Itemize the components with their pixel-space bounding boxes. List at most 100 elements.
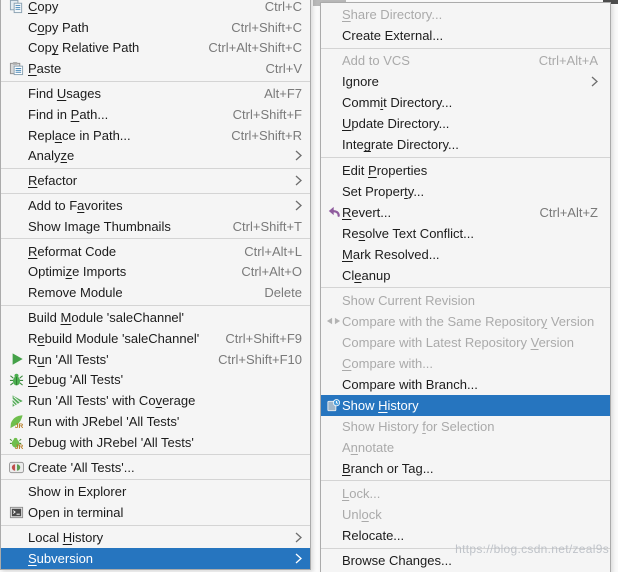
menu-item-label: Show History — [342, 398, 598, 413]
menu-item-build-module-salechannel[interactable]: Build Module 'saleChannel' — [1, 307, 310, 328]
menu-item-rebuild-module-salechannel[interactable]: Rebuild Module 'saleChannel'Ctrl+Shift+F… — [1, 328, 310, 349]
menu-item-label: Copy Path — [28, 20, 213, 35]
menu-item-label: Cleanup — [342, 268, 598, 283]
menu-separator — [1, 479, 310, 480]
icon-placeholder — [5, 550, 28, 566]
icon-placeholder — [324, 246, 342, 262]
icon-placeholder — [324, 507, 342, 523]
icon-placeholder — [324, 355, 342, 371]
menu-item-cleanup[interactable]: Cleanup — [321, 265, 610, 286]
menu-item-label: Integrate Directory... — [342, 137, 598, 152]
menu-item-label: Update Directory... — [342, 116, 598, 131]
menu-item-label: Create 'All Tests'... — [28, 460, 302, 475]
menu-item-label: Replace in Path... — [28, 128, 213, 143]
menu-separator — [321, 287, 610, 288]
menu-item-commit-directory[interactable]: Commit Directory... — [321, 92, 610, 113]
menu-item-copy-relative-path[interactable]: Copy Relative PathCtrl+Alt+Shift+C — [1, 38, 310, 59]
menu-item-label: Compare with the Same Repository Version — [342, 314, 598, 329]
menu-item-revert[interactable]: Revert...Ctrl+Alt+Z — [321, 202, 610, 223]
menu-item-remove-module[interactable]: Remove ModuleDelete — [1, 282, 310, 303]
revert-icon — [324, 204, 342, 220]
icon-placeholder — [5, 198, 28, 214]
icon-placeholder — [5, 530, 28, 546]
menu-item-open-in-terminal[interactable]: Open in terminal — [1, 502, 310, 523]
jrebel-debug-icon: JR — [5, 434, 28, 450]
menu-item-integrate-directory[interactable]: Integrate Directory... — [321, 134, 610, 155]
menu-item-edit-properties[interactable]: Edit Properties — [321, 160, 610, 181]
menu-item-paste[interactable]: Paste Ctrl+V — [1, 58, 310, 79]
icon-placeholder — [324, 7, 342, 23]
menu-separator — [1, 305, 310, 306]
menu-separator — [1, 454, 310, 455]
menu-item-label: Show History for Selection — [342, 419, 598, 434]
menu-item-label: Lock... — [342, 486, 598, 501]
icon-placeholder — [5, 40, 28, 56]
menu-item-shortcut: Alt+F7 — [264, 86, 302, 101]
menu-item-run-all-tests-with-coverage[interactable]: Run 'All Tests' with Coverage — [1, 390, 310, 411]
icon-placeholder — [324, 267, 342, 283]
menu-item-optimize-imports[interactable]: Optimize ImportsCtrl+Alt+O — [1, 262, 310, 283]
icon-placeholder — [5, 310, 28, 326]
menu-item-find-in-path[interactable]: Find in Path... Ctrl+Shift+F — [1, 104, 310, 125]
menu-item-reformat-code[interactable]: Reformat CodeCtrl+Alt+L — [1, 241, 310, 262]
menu-item-mark-resolved[interactable]: Mark Resolved... — [321, 244, 610, 265]
menu-item-set-property[interactable]: Set Property... — [321, 181, 610, 202]
menu-separator — [321, 480, 610, 481]
menu-item-branch-or-tag[interactable]: Branch or Tag... — [321, 458, 610, 479]
menu-item-compare-with-latest-repository-version: Compare with Latest Repository Version — [321, 332, 610, 353]
menu-item-shortcut: Ctrl+Shift+F10 — [218, 352, 302, 367]
menu-item-label: Find in Path... — [28, 107, 215, 122]
icon-placeholder — [5, 86, 28, 102]
menu-item-show-image-thumbnails[interactable]: Show Image ThumbnailsCtrl+Shift+T — [1, 216, 310, 237]
menu-item-resolve-text-conflict[interactable]: Resolve Text Conflict... — [321, 223, 610, 244]
menu-item-replace-in-path[interactable]: Replace in Path...Ctrl+Shift+R — [1, 125, 310, 146]
menu-separator — [1, 81, 310, 82]
menu-item-debug-with-jrebel-all-tests[interactable]: JRDebug with JRebel 'All Tests' — [1, 432, 310, 453]
menu-item-subversion[interactable]: Subversion — [1, 548, 310, 569]
context-menu: CopyCtrl+CCopy PathCtrl+Shift+CCopy Rela… — [0, 0, 311, 570]
icon-placeholder — [324, 553, 342, 569]
menu-item-label: Add to VCS — [342, 53, 521, 68]
menu-item-copy[interactable]: CopyCtrl+C — [1, 0, 310, 17]
icon-placeholder — [324, 292, 342, 308]
menu-item-show-in-explorer[interactable]: Show in Explorer — [1, 482, 310, 503]
menu-item-label: Analyze — [28, 148, 285, 163]
menu-item-create-external[interactable]: Create External... — [321, 25, 610, 46]
menu-item-copy-path[interactable]: Copy PathCtrl+Shift+C — [1, 17, 310, 38]
menu-item-local-history[interactable]: Local History — [1, 527, 310, 548]
icon-placeholder — [324, 418, 342, 434]
menu-item-analyze[interactable]: Analyze — [1, 146, 310, 167]
menu-item-compare-with: Compare with... — [321, 353, 610, 374]
icon-placeholder — [324, 162, 342, 178]
menu-item-refactor[interactable]: Refactor — [1, 170, 310, 191]
menu-item-create-all-tests[interactable]: Create 'All Tests'... — [1, 457, 310, 478]
menu-item-add-to-favorites[interactable]: Add to Favorites — [1, 195, 310, 216]
menu-item-run-with-jrebel-all-tests[interactable]: JRRun with JRebel 'All Tests' — [1, 411, 310, 432]
menu-item-label: Compare with Branch... — [342, 377, 598, 392]
create-tests-icon — [5, 459, 28, 475]
menu-item-debug-all-tests[interactable]: Debug 'All Tests' — [1, 370, 310, 391]
menu-item-label: Refactor — [28, 173, 285, 188]
menu-item-label: Paste — [28, 61, 248, 76]
menu-item-compare-with-the-same-repository-version: Compare with the Same Repository Version — [321, 311, 610, 332]
icon-placeholder — [324, 334, 342, 350]
menu-item-ignore[interactable]: Ignore — [321, 71, 610, 92]
menu-item-shortcut: Ctrl+Shift+F — [233, 107, 302, 122]
menu-item-shortcut: Ctrl+V — [266, 61, 302, 76]
menu-item-update-directory[interactable]: Update Directory... — [321, 113, 610, 134]
menu-item-find-usages[interactable]: Find Usages Alt+F7 — [1, 83, 310, 104]
icon-placeholder — [5, 264, 28, 280]
menu-item-label: Ignore — [342, 74, 581, 89]
icon-placeholder — [324, 528, 342, 544]
menu-item-label: Set Property... — [342, 184, 598, 199]
menu-item-run-all-tests[interactable]: Run 'All Tests' Ctrl+Shift+F10 — [1, 349, 310, 370]
menu-separator — [321, 157, 610, 158]
icon-placeholder — [5, 148, 28, 164]
menu-item-compare-with-branch[interactable]: Compare with Branch... — [321, 374, 610, 395]
submenu-arrow-icon — [295, 175, 302, 186]
menu-item-label: Show in Explorer — [28, 484, 302, 499]
menu-item-show-history[interactable]: Show History — [321, 395, 610, 416]
menu-item-shortcut: Ctrl+Alt+L — [244, 244, 302, 259]
menu-item-label: Run 'All Tests' — [28, 352, 200, 367]
menu-item-label: Find Usages — [28, 86, 246, 101]
